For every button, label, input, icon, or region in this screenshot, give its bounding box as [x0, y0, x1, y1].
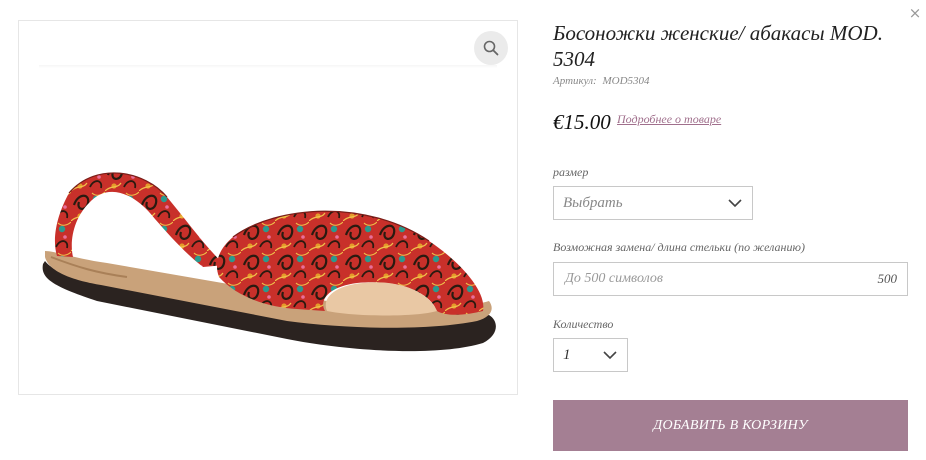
- gallery-divider: [39, 65, 497, 68]
- quantity-select[interactable]: 1: [553, 338, 628, 372]
- product-title: Босоножки женские/ абакасы MOD. 5304: [553, 21, 883, 71]
- zoom-button[interactable]: [474, 31, 508, 65]
- add-to-cart-button[interactable]: ДОБАВИТЬ В КОРЗИНУ: [553, 400, 908, 451]
- size-select[interactable]: Выбрать: [553, 186, 753, 220]
- product-price: €15.00: [553, 110, 611, 134]
- note-label: Возможная замена/ длина стельки (по жела…: [553, 240, 805, 254]
- product-details-link[interactable]: Подробнее о товаре: [617, 112, 721, 127]
- note-char-counter: 500: [877, 271, 898, 286]
- note-input-placeholder: До 500 символов: [565, 271, 663, 286]
- size-label: размер: [553, 165, 589, 179]
- chevron-down-icon: [603, 351, 617, 360]
- sku-value: MOD5304: [602, 75, 650, 87]
- product-sku: Артикул: MOD5304: [553, 75, 650, 87]
- quantity-value: 1: [563, 346, 571, 363]
- quantity-label: Количество: [553, 317, 614, 331]
- search-icon: [483, 40, 499, 56]
- chevron-down-icon: [728, 199, 742, 208]
- product-image[interactable]: [37, 161, 497, 371]
- product-gallery: [18, 20, 518, 395]
- size-select-value: Выбрать: [563, 194, 623, 211]
- sku-label: Артикул:: [553, 75, 597, 87]
- note-input[interactable]: До 500 символов 500: [553, 262, 908, 296]
